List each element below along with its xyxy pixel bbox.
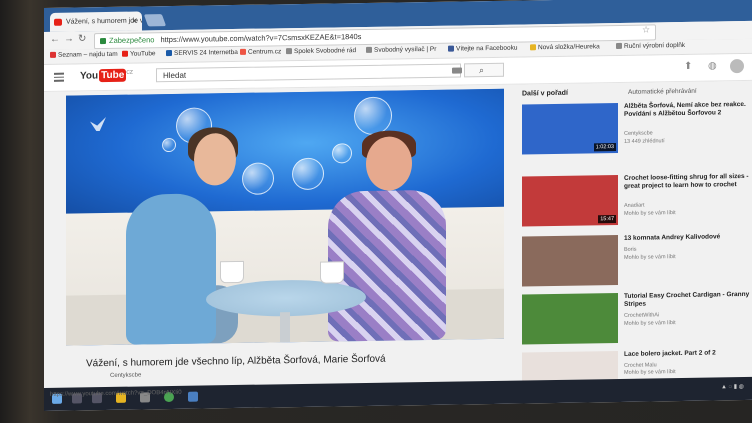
video-thumbnail[interactable]	[522, 350, 618, 381]
related-video-item[interactable]: 13 komnata Andrey Kalivodové Boris Mohlo…	[522, 233, 752, 289]
keyboard-icon[interactable]	[452, 67, 462, 74]
related-video-title[interactable]: Crochet loose-fitting shrug for all size…	[624, 173, 750, 191]
bookmark-star-icon[interactable]: ☆	[642, 24, 650, 35]
forward-arrow-icon[interactable]: →	[64, 34, 74, 45]
bell-icon[interactable]: ◍	[708, 60, 717, 71]
related-video-channel: Anadiart	[624, 202, 645, 209]
bookmark-favicon-icon	[366, 46, 372, 53]
tab-close-icon[interactable]: ✕	[131, 12, 138, 31]
hamburger-menu-icon[interactable]	[54, 72, 64, 84]
back-arrow-icon[interactable]: ←	[50, 34, 60, 45]
related-video-title[interactable]: 13 komnata Andrey Kalivodové	[624, 233, 750, 243]
person-right	[328, 189, 446, 342]
bookmark-item[interactable]: Nová složka/Heureka	[530, 43, 600, 51]
video-thumbnail[interactable]	[522, 234, 618, 287]
bookmark-favicon-icon	[166, 49, 172, 57]
bookmark-item[interactable]: Spolek Svobodné rád	[286, 47, 356, 55]
youtube-logo[interactable]: You Tube CZ	[80, 69, 133, 83]
bookmark-favicon-icon	[448, 45, 454, 52]
cup	[320, 261, 344, 284]
related-sidebar: Další v pořadí Automatické přehrávání 1:…	[522, 81, 752, 381]
search-button[interactable]: ⌕	[464, 62, 504, 78]
bookmark-favicon-icon	[122, 50, 128, 57]
duration-badge: 1:02:03	[593, 143, 616, 152]
cup	[220, 260, 244, 284]
bookmark-item[interactable]: Centrum.cz	[240, 48, 281, 56]
bookmark-favicon-icon	[286, 48, 292, 55]
related-video-channel: Boris	[624, 246, 637, 253]
related-video-channel: CrochetWithAi	[624, 312, 660, 319]
related-video-item[interactable]: Tutorial Easy Crochet Cardigan - Granny …	[522, 291, 752, 347]
related-video-item[interactable]: 1:02:03 Alžběta Šorfová, Nemí akce bez r…	[522, 101, 752, 157]
upload-icon[interactable]: ⬆	[684, 61, 692, 72]
related-video-meta: Mohlo by se vám líbit	[624, 210, 676, 217]
reload-icon[interactable]: ↻	[78, 33, 86, 44]
url-text: https://www.youtube.com/watch?v=7CsmsxKE…	[160, 32, 362, 45]
related-video-title[interactable]: Alžběta Šorfová, Nemí akce bez reakce. P…	[624, 101, 750, 119]
bookmark-item[interactable]: Svobodný vysílač | Pr	[366, 46, 436, 54]
video-thumbnail[interactable]	[522, 292, 618, 345]
app-icon[interactable]	[188, 391, 198, 402]
search-input[interactable]: Hledat	[156, 63, 461, 83]
person-left	[126, 193, 216, 345]
related-video-channel: Crochet Malu	[624, 362, 657, 369]
bookmark-favicon-icon	[240, 48, 246, 55]
table-leg	[280, 312, 290, 343]
up-next-heading: Další v pořadí	[522, 89, 568, 98]
related-video-meta: 13 449 zhlédnutí	[624, 138, 665, 145]
bookmark-favicon-icon	[616, 42, 622, 50]
video-title: Vážení, s humorem jde všechno líp, Alžbě…	[86, 353, 386, 370]
video-channel[interactable]: Centykscbe	[110, 372, 141, 378]
avatar[interactable]	[730, 59, 744, 74]
bookmark-item[interactable]: Vítejte na Facebooku	[448, 45, 517, 53]
related-video-meta: Mohlo by se vám líbit	[624, 369, 676, 376]
search-icon: ⌕	[479, 65, 485, 76]
related-video-meta: Mohlo by se vám líbit	[624, 320, 676, 327]
autoplay-label[interactable]: Automatické přehrávání	[628, 88, 697, 96]
watch-page: Vážení, s humorem jde všechno líp, Alžbě…	[44, 80, 752, 389]
duration-badge: 15:47	[598, 215, 616, 224]
video-player[interactable]	[66, 88, 504, 346]
folder-icon	[530, 44, 536, 51]
system-tray[interactable]: ▲ ◌ ▮ ◍	[721, 383, 744, 390]
related-video-item[interactable]: 15:47 Crochet loose-fitting shrug for al…	[522, 173, 752, 229]
bookmark-favicon-icon	[50, 51, 56, 58]
video-thumbnail[interactable]: 15:47	[522, 174, 618, 227]
browser-window: Vážení, s humorem jde v ✕ ← → ↻ Zabezpeč…	[44, 0, 752, 412]
related-video-title[interactable]: Tutorial Easy Crochet Cardigan - Granny …	[624, 291, 750, 309]
video-thumbnail[interactable]: 1:02:03	[522, 102, 618, 155]
bookmark-item[interactable]: Ruční výrobní doplňk	[616, 42, 685, 50]
youtube-favicon-icon	[54, 18, 62, 26]
bookmark-item[interactable]: SERVIS 24 Internetba	[166, 49, 238, 57]
related-video-meta: Mohlo by se vám líbit	[624, 254, 676, 261]
bookmark-item[interactable]: YouTube	[122, 50, 156, 58]
secure-label: Zabezpečeno	[109, 35, 155, 45]
lock-icon	[100, 38, 106, 45]
related-video-channel: Centykscbe	[624, 130, 653, 137]
related-video-title[interactable]: Lace bolero jacket. Part 2 of 2	[624, 349, 750, 359]
tab-active[interactable]: Vážení, s humorem jde v ✕	[50, 11, 142, 32]
bookmark-item[interactable]: Seznam – najdu tam	[50, 51, 118, 59]
new-tab-button[interactable]	[143, 14, 167, 27]
